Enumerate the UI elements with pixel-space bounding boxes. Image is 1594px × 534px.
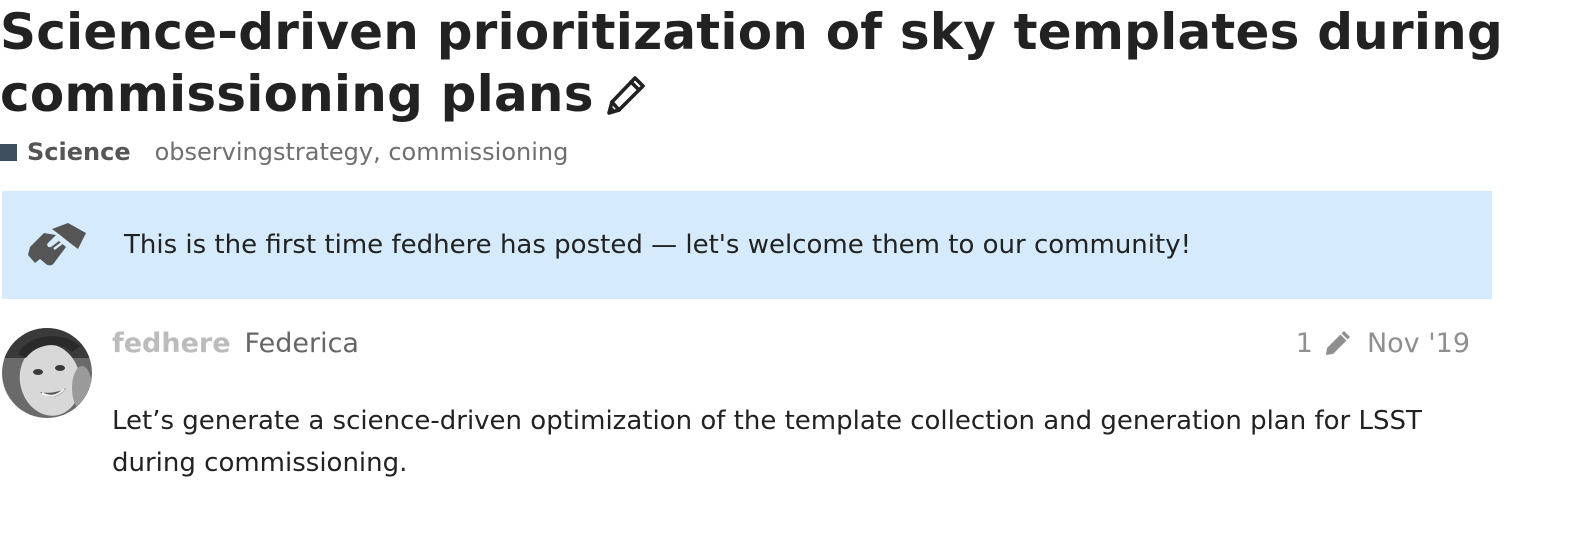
user-avatar[interactable]	[2, 328, 92, 418]
category-name[interactable]: Science	[27, 138, 131, 166]
post-paragraph: Let’s generate a science-driven optimiza…	[112, 406, 1422, 478]
welcome-message: This is the first time fedhere has poste…	[124, 230, 1192, 260]
username[interactable]: fedhere	[112, 328, 231, 359]
edit-history-button[interactable]: 1	[1296, 328, 1367, 359]
post-date[interactable]: Nov '19	[1367, 328, 1470, 359]
category-badge[interactable]: Science	[0, 138, 131, 166]
poster-names: fedhere Federica	[112, 324, 359, 362]
post-body: Let’s generate a science-driven optimiza…	[112, 400, 1472, 484]
full-name: Federica	[244, 327, 359, 359]
topic-title-text[interactable]: Science-driven prioritization of sky tem…	[0, 3, 1503, 123]
topic-tags[interactable]: observingstrategy, commissioning	[155, 138, 569, 166]
topic-header: Science-driven prioritization of sky tem…	[0, 0, 1520, 125]
edit-count: 1	[1295, 327, 1313, 359]
first-post-notice: This is the first time fedhere has poste…	[2, 191, 1492, 299]
category-color-swatch	[0, 143, 17, 161]
handshake-icon	[28, 223, 86, 266]
topic-title[interactable]: Science-driven prioritization of sky tem…	[0, 0, 1520, 125]
topic-meta: Science observingstrategy, commissioning	[0, 137, 568, 167]
avatar-image	[2, 328, 92, 418]
post-meta: 1 Nov '19	[1296, 324, 1470, 362]
pencil-icon	[1325, 331, 1350, 355]
pencil-icon[interactable]	[604, 73, 648, 117]
